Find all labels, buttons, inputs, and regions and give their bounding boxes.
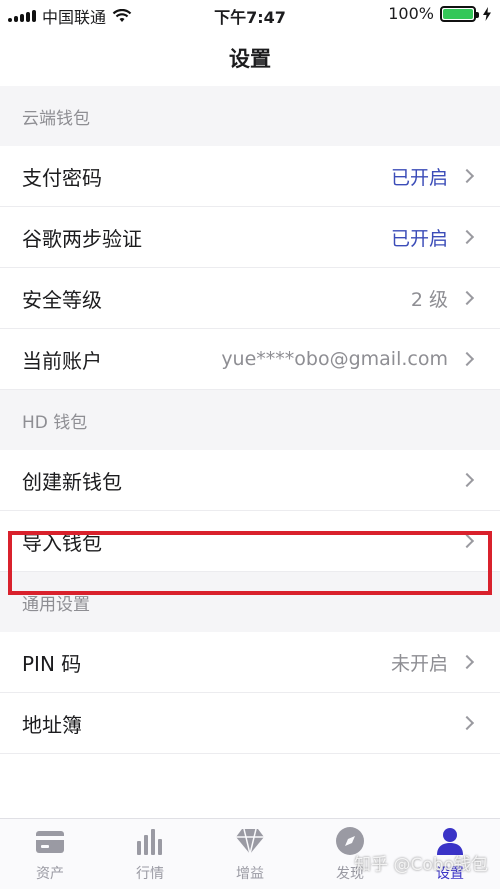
row-create-wallet[interactable]: 创建新钱包 (0, 450, 500, 511)
row-value: 已开启 (390, 166, 448, 189)
row-google-2fa[interactable]: 谷歌两步验证 已开启 (0, 207, 500, 268)
section-header-general: 通用设置 (0, 572, 500, 632)
row-value: 未开启 (390, 652, 448, 675)
row-import-wallet[interactable]: 导入钱包 (0, 511, 500, 572)
row-label: 当前账户 (22, 348, 102, 373)
bar-chart-icon (137, 829, 162, 855)
row-label: 导入钱包 (22, 530, 102, 555)
row-label: 谷歌两步验证 (22, 226, 142, 251)
row-payment-password[interactable]: 支付密码 已开启 (0, 146, 500, 207)
chevron-right-icon (459, 654, 475, 670)
row-label: 支付密码 (22, 165, 102, 190)
chevron-right-icon (459, 229, 475, 245)
row-label: 创建新钱包 (22, 469, 122, 494)
row-value: 已开启 (390, 227, 448, 250)
charging-bolt-icon (483, 6, 491, 21)
row-security-level[interactable]: 安全等级 2 级 (0, 268, 500, 329)
row-address-book[interactable]: 地址簿 (0, 693, 500, 754)
row-pin-code[interactable]: PIN 码 未开启 (0, 632, 500, 693)
tab-earn[interactable]: 增益 (200, 819, 300, 889)
tab-label: 增益 (236, 866, 264, 882)
battery-group: 100% (388, 4, 492, 23)
page-title: 设置 (229, 47, 271, 71)
settings-list[interactable]: 云端钱包 支付密码 已开启 谷歌两步验证 已开启 安全等级 2 级 当前账户 y… (0, 86, 500, 818)
row-value: yue****obo@gmail.com (221, 348, 448, 370)
tab-market[interactable]: 行情 (100, 819, 200, 889)
battery-percent: 100% (388, 4, 434, 23)
row-label: 安全等级 (22, 287, 102, 312)
chevron-right-icon (459, 351, 475, 367)
section-header-hd-wallet: HD 钱包 (0, 390, 500, 450)
chevron-right-icon (459, 168, 475, 184)
row-label: 地址簿 (22, 712, 82, 737)
status-bar: 中国联通 下午7:47 100% (0, 0, 500, 30)
chevron-right-icon (459, 290, 475, 306)
watermark: 知乎 @Cobo钱包 (354, 855, 488, 875)
chevron-right-icon (459, 715, 475, 731)
tab-label: 资产 (36, 866, 64, 882)
wallet-card-icon (36, 831, 64, 853)
navigation-bar: 设置 (0, 30, 500, 86)
chevron-right-icon (459, 533, 475, 549)
tab-assets[interactable]: 资产 (0, 819, 100, 889)
battery-icon (440, 5, 479, 22)
diamond-icon (236, 828, 264, 855)
row-label: PIN 码 (22, 651, 82, 676)
row-value: 2 级 (410, 288, 448, 311)
tab-label: 行情 (136, 866, 164, 882)
row-current-account[interactable]: 当前账户 yue****obo@gmail.com (0, 329, 500, 390)
section-header-cloud-wallet: 云端钱包 (0, 86, 500, 146)
battery-fill (443, 8, 473, 19)
chevron-right-icon (459, 472, 475, 488)
